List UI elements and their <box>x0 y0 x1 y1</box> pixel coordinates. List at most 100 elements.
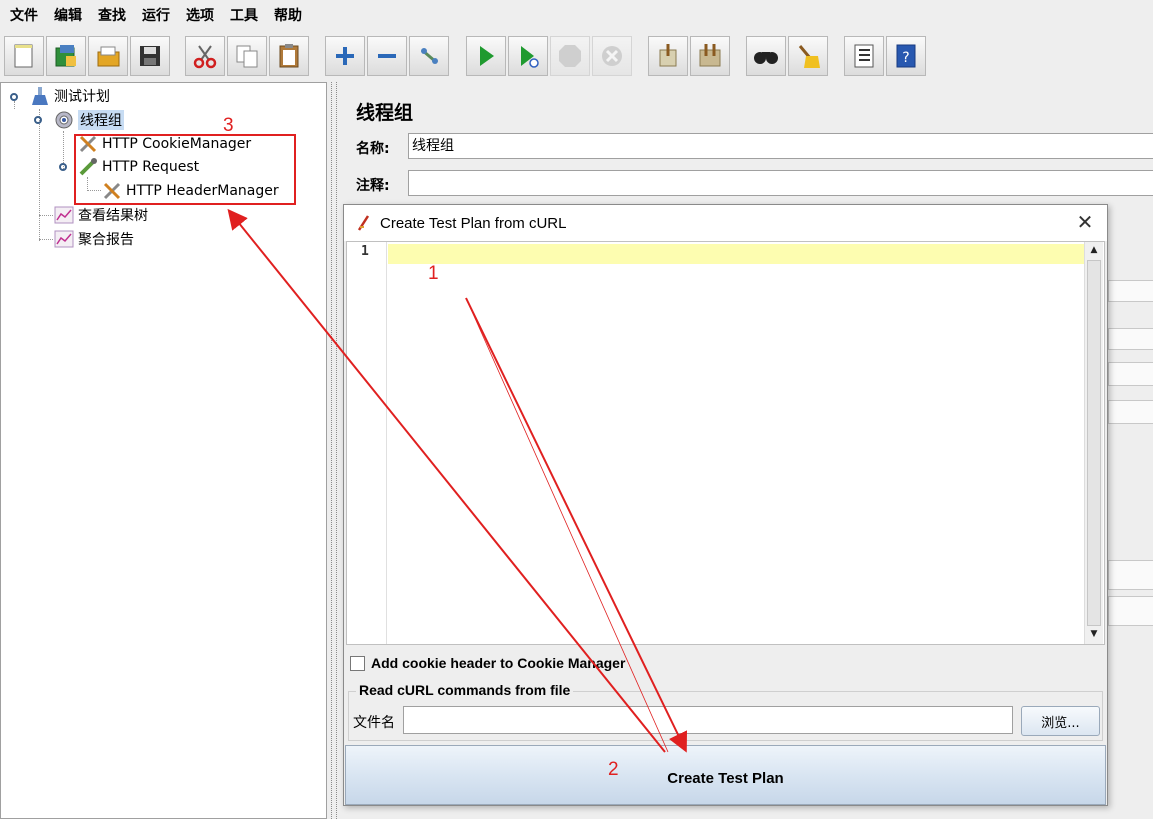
menu-run[interactable]: 运行 <box>134 0 178 32</box>
feather-icon <box>357 215 370 231</box>
stop-button[interactable] <box>550 36 590 76</box>
line-number: 1 <box>361 244 369 259</box>
collapse-button[interactable] <box>367 36 407 76</box>
gear-icon <box>53 110 75 130</box>
scroll-down-icon[interactable]: ▼ <box>1085 626 1103 642</box>
clear-all-icon <box>699 44 721 67</box>
file-name-input[interactable] <box>403 706 1013 734</box>
tree-label-results-tree: 查看结果树 <box>78 208 148 224</box>
dialog-titlebar[interactable]: Create Test Plan from cURL ✕ <box>344 205 1107 241</box>
toggle-icon <box>421 48 438 64</box>
open-button[interactable] <box>88 36 128 76</box>
menu-tools[interactable]: 工具 <box>222 0 266 32</box>
copy-button[interactable] <box>227 36 267 76</box>
templates-icon <box>55 45 76 67</box>
curl-editor[interactable]: 1 ▲ ▼ <box>346 241 1105 645</box>
save-icon <box>140 46 160 66</box>
flask-icon <box>29 86 51 106</box>
create-test-plan-button[interactable]: Create Test Plan <box>345 745 1106 805</box>
shutdown-icon <box>602 46 622 66</box>
search-button[interactable] <box>746 36 786 76</box>
menu-file[interactable]: 文件 <box>2 0 46 32</box>
clear-button[interactable] <box>648 36 688 76</box>
annotation-number-3: 3 <box>223 115 234 136</box>
curl-dialog: Create Test Plan from cURL ✕ 1 ▲ ▼ Add c… <box>343 204 1108 806</box>
current-line-highlight <box>388 244 1085 264</box>
start-no-pause-icon <box>521 46 539 68</box>
reset-search-button[interactable] <box>788 36 828 76</box>
graph-icon <box>53 205 75 225</box>
cookie-checkbox-label: Add cookie header to Cookie Manager <box>371 655 626 671</box>
menu-search[interactable]: 查找 <box>90 0 134 32</box>
toolbar: ? <box>0 34 1153 80</box>
hidden-field <box>1108 362 1153 386</box>
menu-edit[interactable]: 编辑 <box>46 0 90 32</box>
hidden-field <box>1108 280 1153 302</box>
tree-label-test-plan: 测试计划 <box>54 89 110 105</box>
hidden-field <box>1108 400 1153 424</box>
comment-field[interactable] <box>408 170 1153 196</box>
svg-text:?: ? <box>902 50 909 66</box>
templates-button[interactable] <box>46 36 86 76</box>
root-expander[interactable] <box>10 93 18 101</box>
http-request-expander[interactable] <box>59 163 67 171</box>
new-button[interactable] <box>4 36 44 76</box>
new-icon <box>14 44 33 68</box>
cut-icon <box>193 45 217 69</box>
collapse-icon <box>378 54 396 58</box>
paste-button[interactable] <box>269 36 309 76</box>
annotation-number-1: 1 <box>428 263 439 284</box>
scroll-thumb[interactable] <box>1087 260 1101 626</box>
reset-search-icon <box>798 45 820 68</box>
clear-icon <box>659 44 677 67</box>
start-button[interactable] <box>466 36 506 76</box>
annotation-box <box>74 134 296 205</box>
editor-scrollbar[interactable]: ▲ ▼ <box>1084 242 1103 644</box>
copy-icon <box>236 45 258 68</box>
comment-label: 注释: <box>356 178 390 194</box>
menu-help[interactable]: 帮助 <box>266 0 310 32</box>
clear-all-button[interactable] <box>690 36 730 76</box>
name-label: 名称: <box>356 141 390 157</box>
file-section: Read cURL commands from file 文件名 浏览... <box>348 682 1103 741</box>
file-name-label: 文件名 <box>353 715 395 731</box>
help-icon: ? <box>896 44 916 68</box>
graph-icon <box>53 229 75 249</box>
function-helper-button[interactable] <box>844 36 884 76</box>
cookie-checkbox-row[interactable]: Add cookie header to Cookie Manager <box>350 655 625 671</box>
annotation-number-2: 2 <box>608 759 619 780</box>
tree-node-aggregate-report[interactable]: 聚合报告 <box>53 228 134 250</box>
tree-node-results-tree[interactable]: 查看结果树 <box>53 204 148 226</box>
menu-bar: 文件 编辑 查找 运行 选项 工具 帮助 <box>0 0 1153 32</box>
file-section-title: Read cURL commands from file <box>356 682 574 698</box>
toggle-button[interactable] <box>409 36 449 76</box>
cut-button[interactable] <box>185 36 225 76</box>
panel-title: 线程组 <box>356 102 414 124</box>
expand-icon <box>336 47 354 65</box>
search-icon <box>754 52 778 64</box>
dialog-title: Create Test Plan from cURL <box>380 214 567 232</box>
expand-button[interactable] <box>325 36 365 76</box>
start-no-pause-button[interactable] <box>508 36 548 76</box>
paste-icon <box>279 44 299 68</box>
tree-label-aggregate-report: 聚合报告 <box>78 232 134 248</box>
line-gutter: 1 <box>347 242 387 644</box>
stop-icon <box>559 45 581 67</box>
close-icon[interactable]: ✕ <box>1075 212 1095 232</box>
help-button[interactable]: ? <box>886 36 926 76</box>
cookie-checkbox[interactable] <box>350 655 365 671</box>
tree-node-test-plan[interactable]: 测试计划 <box>29 85 110 107</box>
save-button[interactable] <box>130 36 170 76</box>
splitter[interactable] <box>328 82 342 819</box>
start-icon <box>480 46 494 66</box>
thread-group-expander[interactable] <box>34 116 42 124</box>
menu-options[interactable]: 选项 <box>178 0 222 32</box>
open-icon <box>97 46 120 67</box>
browse-button[interactable]: 浏览... <box>1021 706 1100 736</box>
name-field[interactable]: 线程组 <box>408 133 1153 159</box>
scroll-up-icon[interactable]: ▲ <box>1085 242 1103 258</box>
shutdown-button[interactable] <box>592 36 632 76</box>
tree-label-thread-group: 线程组 <box>78 110 124 130</box>
hidden-field <box>1108 328 1153 350</box>
tree-node-thread-group[interactable]: 线程组 <box>53 109 124 131</box>
